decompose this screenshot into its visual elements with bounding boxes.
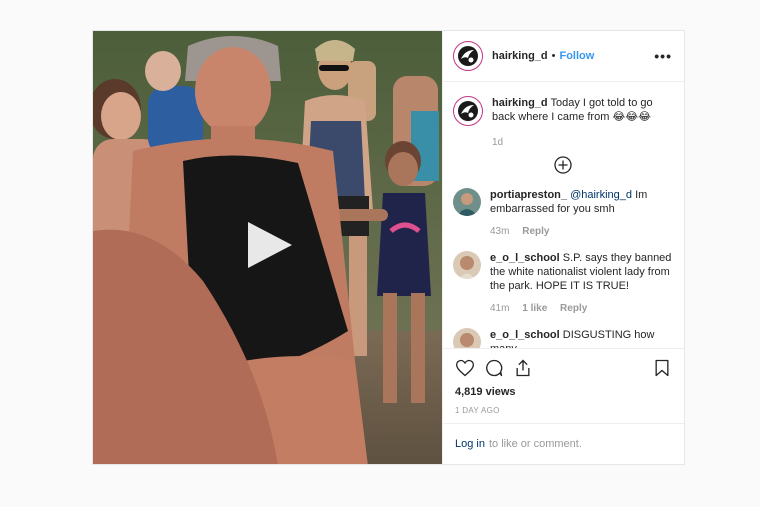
load-more-comments bbox=[453, 156, 672, 174]
comment-mention[interactable]: @hairking_d bbox=[570, 189, 632, 201]
caption: hairking_d Today I got told to go back w… bbox=[453, 96, 672, 150]
follow-button[interactable]: Follow bbox=[559, 50, 594, 62]
more-options-icon[interactable]: ••• bbox=[654, 48, 672, 64]
login-prompt: Log in to like or comment. bbox=[443, 423, 684, 464]
post-actions: 4,819 views 1 DAY AGO bbox=[443, 348, 684, 415]
instagram-post: hairking_d • Follow ••• hairking_d Today… bbox=[92, 30, 685, 465]
comment-icon[interactable] bbox=[484, 358, 504, 378]
comment-age: 41m bbox=[490, 303, 510, 314]
caption-age: 1d bbox=[492, 137, 504, 148]
reply-button[interactable]: Reply bbox=[560, 303, 587, 314]
view-count[interactable]: 4,819 views bbox=[455, 386, 672, 398]
comment-item: e_o_l_school S.P. says they banned the w… bbox=[453, 251, 672, 316]
author-username[interactable]: hairking_d bbox=[492, 50, 548, 62]
heart-icon[interactable] bbox=[455, 358, 475, 378]
post-timestamp: 1 DAY AGO bbox=[455, 406, 500, 415]
plus-circle-icon[interactable] bbox=[553, 156, 572, 174]
bookmark-icon[interactable] bbox=[652, 358, 672, 378]
login-link[interactable]: Log in bbox=[455, 438, 485, 450]
login-text: to like or comment. bbox=[488, 438, 582, 450]
comments-list[interactable]: hairking_d Today I got told to go back w… bbox=[443, 82, 684, 348]
share-icon[interactable] bbox=[513, 358, 533, 378]
post-header: hairking_d • Follow ••• bbox=[443, 31, 684, 82]
comment-age: 43m bbox=[490, 226, 510, 237]
commenter-avatar[interactable] bbox=[453, 251, 481, 279]
reply-button[interactable]: Reply bbox=[522, 226, 549, 237]
comment-username[interactable]: e_o_l_school bbox=[490, 329, 560, 341]
caption-username[interactable]: hairking_d bbox=[492, 97, 548, 109]
comment-item: portiapreston_ @hairking_d Im embarrasse… bbox=[453, 188, 672, 239]
comment-username[interactable]: e_o_l_school bbox=[490, 252, 560, 264]
post-video[interactable] bbox=[93, 31, 442, 464]
comment-item: e_o_l_school DISGUSTING how many bbox=[453, 328, 672, 348]
caption-avatar[interactable] bbox=[453, 96, 483, 126]
commenter-avatar[interactable] bbox=[453, 328, 481, 348]
post-sidebar: hairking_d • Follow ••• hairking_d Today… bbox=[442, 31, 684, 464]
author-avatar[interactable] bbox=[453, 41, 483, 71]
separator-dot: • bbox=[551, 50, 556, 62]
commenter-avatar[interactable] bbox=[453, 188, 481, 216]
comment-username[interactable]: portiapreston_ bbox=[490, 189, 567, 201]
likes-count[interactable]: 1 like bbox=[522, 303, 547, 314]
play-icon[interactable] bbox=[246, 220, 294, 270]
